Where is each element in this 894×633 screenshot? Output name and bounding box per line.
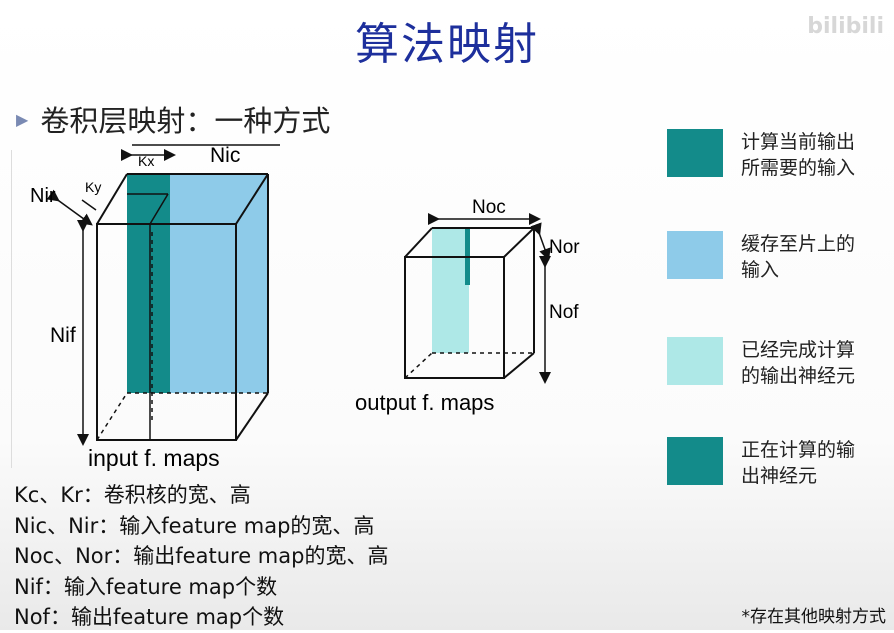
input-cube: Kx Nic Nir Ky Nif input f. maps bbox=[30, 144, 280, 471]
definition-item: Nif：输入feature map个数 bbox=[14, 574, 278, 599]
kx-label: Kx bbox=[138, 153, 154, 169]
legend-swatch bbox=[667, 231, 723, 279]
legend-item-current-input: 计算当前输出 所需要的输入 bbox=[667, 129, 855, 181]
definition-item: Noc、Nor：输出feature map的宽、高 bbox=[14, 544, 389, 568]
nor-dimension bbox=[530, 222, 551, 261]
definition-item: Kc、Kr：卷积核的宽、高 bbox=[14, 483, 251, 507]
legend-label: 正在计算的输 出神经元 bbox=[741, 439, 856, 487]
output-cube: Noc Nor Nof output f. maps bbox=[355, 197, 580, 415]
legend-label: 已经完成计算 的输出神经元 bbox=[741, 339, 856, 387]
ky-label: Ky bbox=[85, 179, 101, 195]
legend-item-cached-input: 缓存至片上的 输入 bbox=[667, 231, 855, 283]
output-caption: output f. maps bbox=[355, 390, 494, 415]
legend-swatch bbox=[667, 129, 723, 177]
legend-swatch bbox=[667, 437, 723, 485]
legend-label: 计算当前输出 所需要的输入 bbox=[741, 131, 856, 179]
nir-label: Nir bbox=[30, 185, 56, 207]
nif-label: Nif bbox=[50, 324, 76, 347]
input-cached-region bbox=[170, 174, 268, 393]
legend-item-completed-output: 已经完成计算 的输出神经元 bbox=[667, 337, 855, 389]
noc-label: Noc bbox=[472, 197, 506, 218]
nof-label: Nof bbox=[549, 302, 579, 323]
footnote: *存在其他映射方式 bbox=[741, 607, 887, 627]
definitions-list: Kc、Kr：卷积核的宽、高 Nic、Nir：输入feature map的宽、高 … bbox=[14, 480, 388, 633]
definition-item: Nic、Nir：输入feature map的宽、高 bbox=[14, 513, 375, 538]
ky-dimension bbox=[81, 199, 97, 211]
definition-item: Nof：输出feature map个数 bbox=[14, 605, 285, 629]
input-kernel-slab bbox=[127, 174, 170, 393]
legend-item-computing-output: 正在计算的输 出神经元 bbox=[667, 437, 855, 489]
output-completed-region bbox=[432, 228, 469, 353]
legend-swatch bbox=[667, 337, 723, 385]
input-caption: input f. maps bbox=[88, 445, 220, 471]
legend-label: 缓存至片上的 输入 bbox=[741, 233, 856, 281]
nic-label: Nic bbox=[210, 144, 240, 167]
nor-label: Nor bbox=[549, 237, 580, 258]
